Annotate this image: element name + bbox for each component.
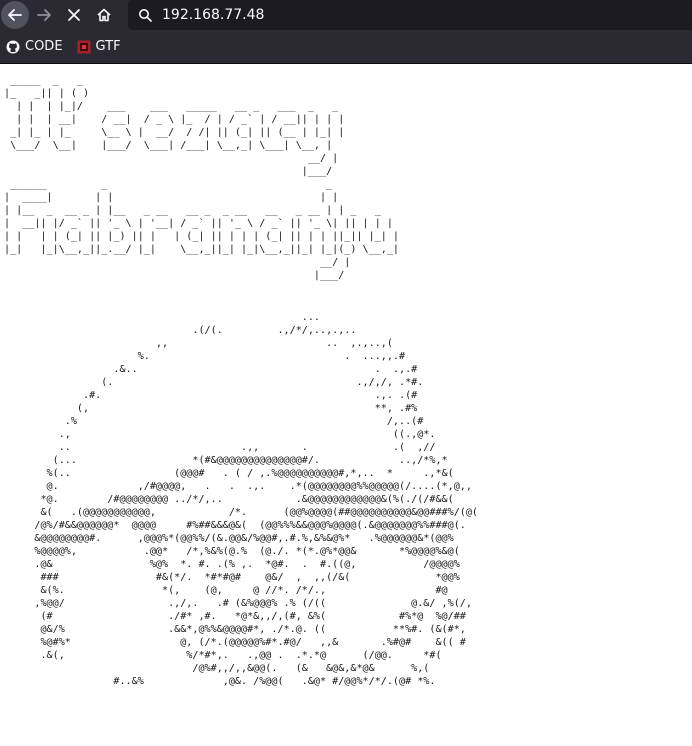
- bookmark-label: GTF: [95, 39, 121, 54]
- banner-line: |___/: [301, 166, 333, 177]
- browser-toolbar: [0, 0, 692, 30]
- gtf-favicon-icon: [77, 40, 91, 54]
- banner-line: |_| |_|\__,_||_.__/ |_| \__,_||_| |_|\__…: [4, 244, 400, 255]
- banner-line: |___/: [313, 270, 345, 281]
- ascii-art: ... .(/(. .,/*/,..,.,.. ,, .. ,.,..,( %.…: [4, 311, 478, 688]
- art-line: .&.. . .,.#: [113, 364, 418, 375]
- art-line: @&/% .&&*,@%%&@@@@#*, ./*.@. (( **%#. (&…: [40, 624, 466, 635]
- banner-line: | ____| | | | |: [4, 192, 339, 203]
- home-icon: [97, 8, 111, 22]
- banner-line: | | | |_|/ ___ ___ _____ __ _ ___ _ _: [16, 101, 339, 112]
- art-line: .#. .,. .(#: [83, 390, 418, 401]
- art-line: .@& %@% *. #. .(% ,. *@#. . #.((@, /@@@@…: [34, 559, 460, 570]
- stop-button[interactable]: [59, 0, 89, 30]
- search-icon: [138, 8, 152, 22]
- banner-line: | __|| |/ _` || '_ \ | '__| / _` || '_ \…: [4, 218, 393, 229]
- art-line: ,%@@/ .,/,. .# (&%@@@% .% (/(( @.&/ ,%(/…: [34, 598, 472, 609]
- banner-line: _| |_ | |_ \__ \ | __/ / /| || (_| || (_…: [10, 127, 345, 138]
- art-line: *@. /#@@@@@@@@ ../*/,.. .&@@@@@@@@@@@@&(…: [40, 494, 454, 505]
- banner-line: | | | | (_| || |_) || | | (_| || | | | (…: [4, 231, 400, 242]
- forward-button[interactable]: [29, 0, 59, 30]
- banner-line: | |__ _ __ _ | |__ _ __ __ _ _ __ __ _ _…: [4, 205, 381, 216]
- art-line: .. .,, . .( ,//: [58, 442, 436, 453]
- banner-line: _____ _ _: [10, 75, 84, 86]
- art-line: #..&% ,@&. /%@@( .&@* #/@@%*/*/.(@# *%.: [113, 676, 436, 687]
- art-line: &(%. *(, (@, @ //*. /*/., #@: [40, 585, 448, 596]
- art-line: .(/(. .,/*/,..,.,..: [192, 325, 357, 336]
- bookmark-gtf[interactable]: GTF: [77, 39, 121, 54]
- art-line: (. .,/,/, .*#.: [101, 377, 424, 388]
- banner-line: | | | __| / __| / _ \ |_ / | / _` | / __…: [16, 114, 345, 125]
- arrow-left-icon: [8, 9, 22, 21]
- url-bar[interactable]: [128, 0, 692, 30]
- art-line: %@@@@%, .@@* /*,%&%(@.% (@./. *(*.@%*@@&…: [34, 546, 460, 557]
- art-line: .&(, %/*#*,. .,@@ . .*.*@ (/@@. *#(: [40, 650, 442, 661]
- art-line: (... *(#&@@@@@@@@@@@@@@#/. ..,/*%,*: [52, 455, 448, 466]
- close-icon: [68, 9, 80, 21]
- art-line: @. ,/#@@@@, . . .,. .*(@@@@@@@@%%@@@@@(/…: [46, 481, 472, 492]
- arrow-right-icon: [37, 9, 51, 21]
- art-line: ., ((.,@*.: [58, 429, 436, 440]
- bookmarks-bar: CODE GTF: [0, 30, 692, 64]
- home-button[interactable]: [89, 0, 119, 30]
- ascii-banner: _____ _ _ |_ _|| | ( ) | | | |_|/ ___ __…: [4, 74, 399, 282]
- banner-line: |_ _|| | ( ): [4, 88, 90, 99]
- banner-line: ______ _ _: [10, 179, 333, 190]
- page-content: _____ _ _ |_ _|| | ( ) | | | |_|/ ___ __…: [0, 64, 692, 746]
- art-line: (, **, .#%: [76, 403, 418, 414]
- art-line: ...: [301, 312, 321, 323]
- bookmark-code[interactable]: CODE: [6, 39, 63, 54]
- banner-line: __/ |: [320, 257, 351, 268]
- github-icon: [6, 40, 20, 54]
- art-line: (# ./#* ,#. *@*&,,/,(#, &%( #%*@ %@/##: [40, 611, 466, 622]
- bookmark-label: CODE: [25, 39, 63, 54]
- art-line: /@%#,,/,,&@@(. (& &@&,&*@& %,(: [192, 663, 430, 674]
- art-line: %. . ...,,.#: [137, 351, 406, 362]
- banner-line: __/ |: [307, 153, 339, 164]
- art-line: ,, .. ,.,..,(: [155, 338, 393, 349]
- art-line: %(.. (@@@# . ( / ,.%@@@@@@@@@@#,*,.. * .…: [46, 468, 454, 479]
- art-line: .% /,..(#: [64, 416, 424, 427]
- art-line: %@#%* @, (/*.(@@@@@%#*.#@/ ,,& .%#@# &((…: [40, 637, 466, 648]
- art-line: ### #&(*/. *#*#@# @&/ , ,,(/&( *@@%: [40, 572, 460, 583]
- back-button[interactable]: [1, 1, 29, 29]
- art-line: &@@@@@@@@#. ,@@@%*(@@%%/(&.@@&/%@@#,.#.%…: [34, 533, 454, 544]
- url-input[interactable]: [162, 7, 662, 23]
- banner-line: \___/ \__| |___/ \___| /___| \__,_| \___…: [10, 140, 333, 151]
- art-line: &( .(@@@@@@@@@@@, /*. (@@%@@@@(##@@@@@@@…: [40, 507, 479, 518]
- art-line: /@%/#&&@@@@@@* @@@@ #%##&&&@&( (@@%%%&&@…: [34, 520, 466, 531]
